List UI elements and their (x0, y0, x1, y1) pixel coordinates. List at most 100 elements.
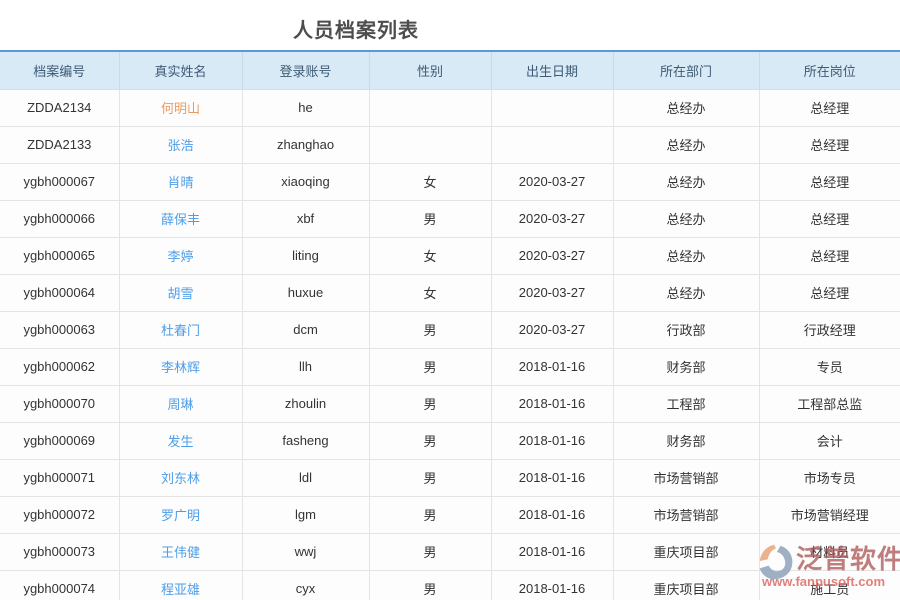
cell-account: he (242, 89, 369, 126)
cell-gender: 女 (369, 237, 491, 274)
cell-gender: 男 (369, 496, 491, 533)
cell-file-no: ygbh000063 (0, 311, 119, 348)
table-row[interactable]: ygbh000072 罗广明 lgm 男 2018-01-16 市场营销部 市场… (0, 496, 900, 533)
employee-name-link[interactable]: 王伟健 (161, 545, 200, 560)
cell-file-no: ygbh000066 (0, 200, 119, 237)
employee-name-link[interactable]: 李林辉 (161, 360, 200, 375)
cell-file-no: ZDDA2133 (0, 126, 119, 163)
cell-birth-date: 2018-01-16 (491, 533, 613, 570)
cell-birth-date: 2020-03-27 (491, 237, 613, 274)
table-row[interactable]: ygbh000066 薛保丰 xbf 男 2020-03-27 总经办 总经理 (0, 200, 900, 237)
cell-account: cyx (242, 570, 369, 600)
table-row[interactable]: ygbh000064 胡雪 huxue 女 2020-03-27 总经办 总经理 (0, 274, 900, 311)
col-header-position: 所在岗位 (759, 51, 900, 89)
employee-name-link[interactable]: 胡雪 (167, 286, 193, 301)
table-row[interactable]: ygbh000069 发生 fasheng 男 2018-01-16 财务部 会… (0, 422, 900, 459)
cell-gender: 男 (369, 200, 491, 237)
cell-position: 材料员 (759, 533, 900, 570)
cell-real-name: 李婷 (119, 237, 242, 274)
cell-file-no: ygbh000065 (0, 237, 119, 274)
cell-real-name: 薛保丰 (119, 200, 242, 237)
cell-account: huxue (242, 274, 369, 311)
employee-name-link[interactable]: 杜春门 (161, 323, 200, 338)
cell-file-no: ygbh000073 (0, 533, 119, 570)
employee-name-link[interactable]: 罗广明 (161, 508, 200, 523)
cell-position: 市场专员 (759, 459, 900, 496)
cell-department: 总经办 (613, 126, 759, 163)
cell-department: 市场营销部 (613, 496, 759, 533)
employee-name-link[interactable]: 薛保丰 (161, 212, 200, 227)
cell-file-no: ygbh000074 (0, 570, 119, 600)
cell-file-no: ygbh000072 (0, 496, 119, 533)
cell-position: 总经理 (759, 163, 900, 200)
cell-file-no: ZDDA2134 (0, 89, 119, 126)
cell-account: xbf (242, 200, 369, 237)
personnel-table: 档案编号 真实姓名 登录账号 性别 出生日期 所在部门 所在岗位 ZDDA213… (0, 50, 900, 600)
cell-birth-date: 2020-03-27 (491, 200, 613, 237)
cell-real-name: 何明山 (119, 89, 242, 126)
cell-birth-date: 2020-03-27 (491, 274, 613, 311)
cell-gender (369, 89, 491, 126)
cell-account: llh (242, 348, 369, 385)
table-row[interactable]: ygbh000071 刘东林 ldl 男 2018-01-16 市场营销部 市场… (0, 459, 900, 496)
cell-birth-date: 2018-01-16 (491, 496, 613, 533)
cell-account: xiaoqing (242, 163, 369, 200)
cell-real-name: 程亚雄 (119, 570, 242, 600)
employee-name-link[interactable]: 周琳 (167, 397, 193, 412)
cell-birth-date: 2020-03-27 (491, 163, 613, 200)
col-header-birth-date: 出生日期 (491, 51, 613, 89)
employee-name-link[interactable]: 肖晴 (167, 175, 193, 190)
cell-department: 总经办 (613, 237, 759, 274)
table-row[interactable]: ygbh000074 程亚雄 cyx 男 2018-01-16 重庆项目部 施工… (0, 570, 900, 600)
cell-real-name: 罗广明 (119, 496, 242, 533)
cell-birth-date (491, 126, 613, 163)
table-row[interactable]: ygbh000067 肖晴 xiaoqing 女 2020-03-27 总经办 … (0, 163, 900, 200)
cell-gender: 男 (369, 533, 491, 570)
cell-position: 行政经理 (759, 311, 900, 348)
page-title: 人员档案列表 (0, 14, 712, 43)
cell-account: wwj (242, 533, 369, 570)
table-body: ZDDA2134 何明山 he 总经办 总经理 ZDDA2133 张浩 zhan… (0, 89, 900, 600)
cell-birth-date: 2018-01-16 (491, 459, 613, 496)
employee-name-link[interactable]: 程亚雄 (161, 582, 200, 597)
cell-birth-date: 2018-01-16 (491, 348, 613, 385)
col-header-gender: 性别 (369, 51, 491, 89)
cell-department: 市场营销部 (613, 459, 759, 496)
cell-file-no: ygbh000069 (0, 422, 119, 459)
table-header: 档案编号 真实姓名 登录账号 性别 出生日期 所在部门 所在岗位 (0, 51, 900, 89)
cell-department: 财务部 (613, 422, 759, 459)
cell-gender: 女 (369, 163, 491, 200)
cell-birth-date: 2018-01-16 (491, 385, 613, 422)
cell-real-name: 张浩 (119, 126, 242, 163)
cell-position: 总经理 (759, 237, 900, 274)
header-row: 档案编号 真实姓名 登录账号 性别 出生日期 所在部门 所在岗位 (0, 51, 900, 89)
cell-department: 行政部 (613, 311, 759, 348)
table-row[interactable]: ygbh000073 王伟健 wwj 男 2018-01-16 重庆项目部 材料… (0, 533, 900, 570)
table-row[interactable]: ygbh000065 李婷 liting 女 2020-03-27 总经办 总经… (0, 237, 900, 274)
employee-name-link[interactable]: 李婷 (167, 249, 193, 264)
cell-file-no: ygbh000062 (0, 348, 119, 385)
employee-name-link[interactable]: 张浩 (167, 138, 193, 153)
employee-name-link[interactable]: 何明山 (161, 101, 200, 116)
employee-name-link[interactable]: 刘东林 (161, 471, 200, 486)
cell-gender: 男 (369, 459, 491, 496)
table-row[interactable]: ygbh000063 杜春门 dcm 男 2020-03-27 行政部 行政经理 (0, 311, 900, 348)
table-row[interactable]: ZDDA2133 张浩 zhanghao 总经办 总经理 (0, 126, 900, 163)
cell-account: zhoulin (242, 385, 369, 422)
cell-position: 会计 (759, 422, 900, 459)
cell-department: 总经办 (613, 200, 759, 237)
cell-birth-date: 2018-01-16 (491, 570, 613, 600)
cell-department: 总经办 (613, 89, 759, 126)
cell-birth-date: 2018-01-16 (491, 422, 613, 459)
cell-position: 总经理 (759, 200, 900, 237)
col-header-real-name: 真实姓名 (119, 51, 242, 89)
employee-name-link[interactable]: 发生 (167, 434, 193, 449)
cell-real-name: 胡雪 (119, 274, 242, 311)
table-row[interactable]: ygbh000062 李林辉 llh 男 2018-01-16 财务部 专员 (0, 348, 900, 385)
table-row[interactable]: ZDDA2134 何明山 he 总经办 总经理 (0, 89, 900, 126)
cell-gender: 男 (369, 570, 491, 600)
cell-department: 财务部 (613, 348, 759, 385)
cell-department: 总经办 (613, 274, 759, 311)
table-row[interactable]: ygbh000070 周琳 zhoulin 男 2018-01-16 工程部 工… (0, 385, 900, 422)
cell-account: zhanghao (242, 126, 369, 163)
